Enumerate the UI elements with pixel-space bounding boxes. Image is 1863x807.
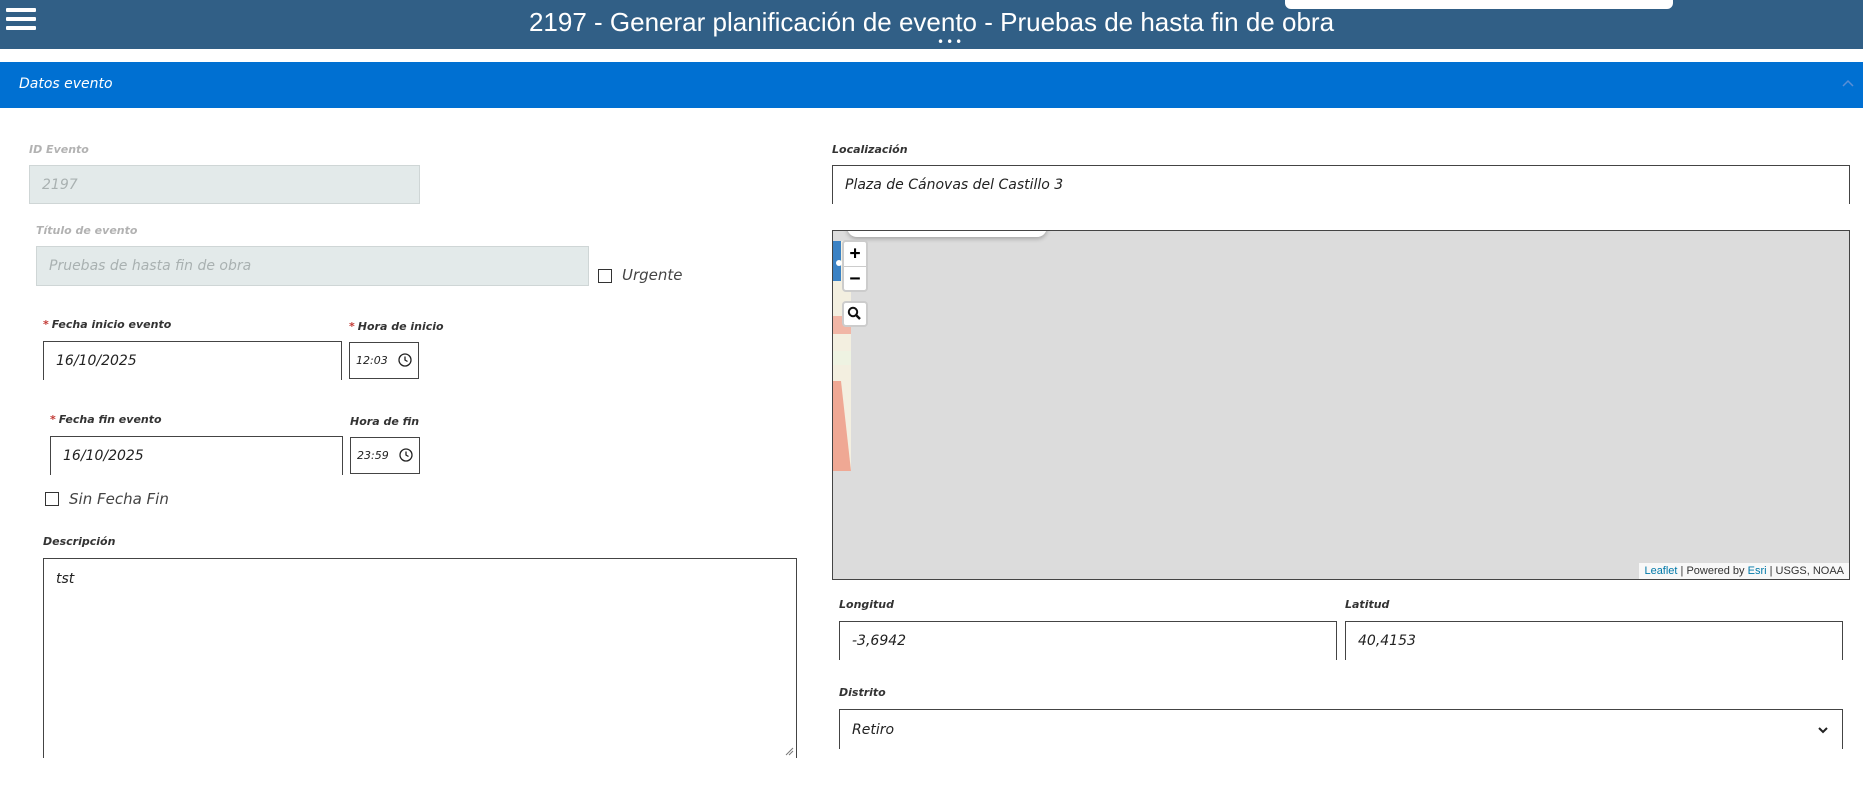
fecha-fin-label: * Fecha fin evento [50, 413, 162, 426]
chevron-up-icon[interactable] [1841, 76, 1855, 90]
app-header: 2197 - Generar planificación de evento -… [0, 0, 1863, 49]
esri-link[interactable]: Esri [1748, 565, 1767, 577]
map-search-button[interactable] [842, 301, 868, 327]
descripcion-value: tst [56, 571, 75, 587]
attribution-sources: | USGS, NOAA [1766, 565, 1844, 577]
urgente-checkbox[interactable] [598, 269, 612, 283]
map-popup [847, 231, 1047, 237]
sin-fecha-fin-checkbox[interactable] [45, 492, 59, 506]
map-popup-tip [951, 231, 969, 236]
hora-inicio-value: 12:03 [356, 354, 388, 367]
page-title: 2197 - Generar planificación de evento -… [528, 7, 1335, 37]
id-evento-label: ID Evento [29, 143, 89, 156]
required-marker: * [50, 413, 56, 426]
clock-icon[interactable] [399, 448, 413, 462]
location-map[interactable]: + − Leaflet | Powered by Esri | USGS, NO… [832, 230, 1850, 580]
fecha-inicio-label: * Fecha inicio evento [43, 318, 172, 331]
zoom-out-button[interactable]: − [844, 267, 866, 291]
resize-handle-icon[interactable] [784, 746, 794, 756]
leaflet-link[interactable]: Leaflet [1644, 565, 1677, 577]
hora-fin-field[interactable]: 23:59 [350, 437, 420, 474]
zoom-in-button[interactable]: + [844, 242, 866, 267]
attribution-powered-by: | Powered by [1677, 565, 1748, 577]
sin-fecha-fin-label: Sin Fecha Fin [69, 490, 169, 508]
chevron-down-icon [1818, 727, 1828, 734]
descripcion-label: Descripción [43, 535, 116, 548]
distrito-value: Retiro [852, 721, 895, 738]
longitud-field[interactable]: -3,6942 [839, 621, 1337, 660]
section-header-datos-evento[interactable]: Datos evento [0, 62, 1863, 108]
id-evento-field: 2197 [29, 165, 420, 204]
localizacion-label: Localización [832, 143, 908, 156]
required-marker: * [349, 320, 355, 333]
hora-inicio-label: * Hora de inicio [349, 320, 444, 333]
search-icon [847, 306, 861, 320]
clock-icon[interactable] [398, 353, 412, 367]
more-options-icon[interactable]: ••• [937, 35, 964, 49]
latitud-field[interactable]: 40,4153 [1345, 621, 1843, 660]
map-attribution: Leaflet | Powered by Esri | USGS, NOAA [1639, 563, 1849, 579]
localizacion-field[interactable]: Plaza de Cánovas del Castillo 3 [832, 165, 1850, 204]
hora-fin-label: Hora de fin [350, 415, 420, 428]
hora-fin-value: 23:59 [357, 449, 389, 462]
distrito-select[interactable]: Retiro [839, 709, 1843, 749]
required-marker: * [43, 318, 49, 331]
fecha-inicio-field[interactable]: 16/10/2025 [43, 341, 342, 380]
distrito-label: Distrito [839, 686, 886, 699]
titulo-evento-label: Título de evento [36, 224, 138, 237]
zoom-control: + − [842, 240, 868, 292]
hora-inicio-field[interactable]: 12:03 [349, 342, 419, 379]
latitud-label: Latitud [1345, 598, 1390, 611]
section-title: Datos evento [19, 76, 113, 92]
longitud-label: Longitud [839, 598, 895, 611]
fecha-fin-field[interactable]: 16/10/2025 [50, 436, 343, 475]
descripcion-textarea[interactable]: tst [43, 558, 797, 758]
urgente-label: Urgente [622, 266, 683, 284]
header-overlay-panel [1285, 0, 1673, 9]
titulo-evento-field: Pruebas de hasta fin de obra [36, 246, 589, 286]
